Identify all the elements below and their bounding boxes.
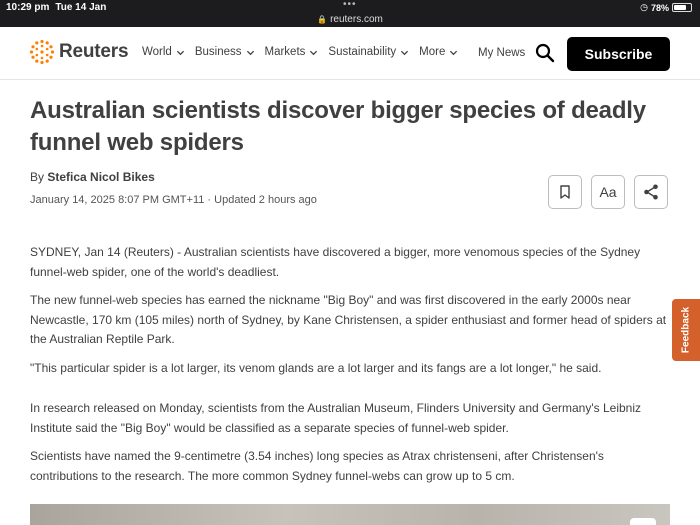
nav-business[interactable]: Business — [195, 46, 255, 58]
reuters-logo-icon — [29, 39, 55, 65]
status-day: Tue 14 Jan — [55, 2, 107, 13]
chevron-down-icon — [246, 50, 254, 55]
share-icon — [644, 184, 658, 200]
share-button[interactable] — [634, 175, 668, 209]
chevron-down-icon — [310, 50, 318, 55]
feedback-tab[interactable]: Feedback — [672, 299, 700, 361]
font-size-label: Aa — [599, 184, 617, 200]
nav-label: More — [419, 46, 446, 58]
site-header: Reuters World Business Markets Sustainab… — [0, 27, 700, 80]
nav-world[interactable]: World — [142, 46, 185, 58]
feedback-label: Feedback — [680, 306, 692, 354]
lock-icon: 🔒 — [317, 15, 328, 24]
main-nav: World Business Markets Sustainability Mo… — [142, 46, 468, 58]
article-image[interactable] — [30, 504, 670, 525]
chevron-down-icon — [176, 50, 184, 55]
status-time: 10:29 pm Tue 14 Jan — [6, 2, 106, 13]
article-paragraph: The new funnel-web species has earned th… — [30, 293, 667, 346]
nav-markets[interactable]: Markets — [265, 46, 319, 58]
article-paragraph: SYDNEY, Jan 14 (Reuters) - Australian sc… — [30, 245, 641, 279]
image-expand-button[interactable] — [630, 518, 656, 525]
article-paragraph: Scientists have named the 9-centimetre (… — [30, 449, 604, 483]
nav-more[interactable]: More — [419, 46, 458, 58]
logo-text: Reuters — [59, 41, 129, 62]
url-text: reuters.com — [330, 14, 383, 25]
article-date: January 14, 2025 8:07 PM GMT+11 · Update… — [30, 194, 317, 206]
search-icon[interactable] — [535, 43, 555, 63]
status-time-text: 10:29 pm — [6, 2, 50, 13]
font-size-button[interactable]: Aa — [591, 175, 625, 209]
chevron-down-icon — [401, 50, 409, 55]
battery-fill — [674, 5, 686, 10]
author-link[interactable]: Stefica Nicol Bikes — [47, 170, 154, 184]
article-actions: Aa — [548, 175, 668, 209]
bookmark-icon — [560, 185, 570, 199]
reuters-logo[interactable]: Reuters — [29, 39, 129, 65]
address-bar[interactable]: 🔒 reuters.com — [0, 14, 700, 25]
bookmark-button[interactable] — [548, 175, 582, 209]
article-paragraph: In research released on Monday, scientis… — [30, 401, 642, 435]
nav-label: World — [142, 46, 172, 58]
nav-label: Markets — [264, 46, 306, 58]
nav-label: Sustainability — [328, 46, 397, 58]
subscribe-button[interactable]: Subscribe — [567, 37, 670, 71]
byline-prefix: By — [30, 170, 45, 184]
battery-icon — [672, 3, 692, 12]
chevron-down-icon — [450, 50, 458, 55]
wifi-icon: ◷ — [640, 2, 648, 12]
nav-sustainability[interactable]: Sustainability — [328, 46, 409, 58]
status-indicators: ◷ 78% — [640, 2, 692, 13]
article-paragraph: "This particular spider is a lot larger,… — [30, 361, 602, 375]
my-news-link[interactable]: My News — [478, 47, 525, 59]
byline: By Stefica Nicol Bikes — [30, 170, 155, 184]
nav-label: Business — [194, 46, 242, 58]
battery-percent: 78% — [650, 2, 669, 13]
article-headline: Australian scientists discover bigger sp… — [30, 97, 646, 156]
tab-dots-icon[interactable]: ••• — [343, 0, 357, 10]
status-bar: 10:29 pm Tue 14 Jan ••• 🔒 reuters.com ◷ 78… — [0, 0, 700, 27]
